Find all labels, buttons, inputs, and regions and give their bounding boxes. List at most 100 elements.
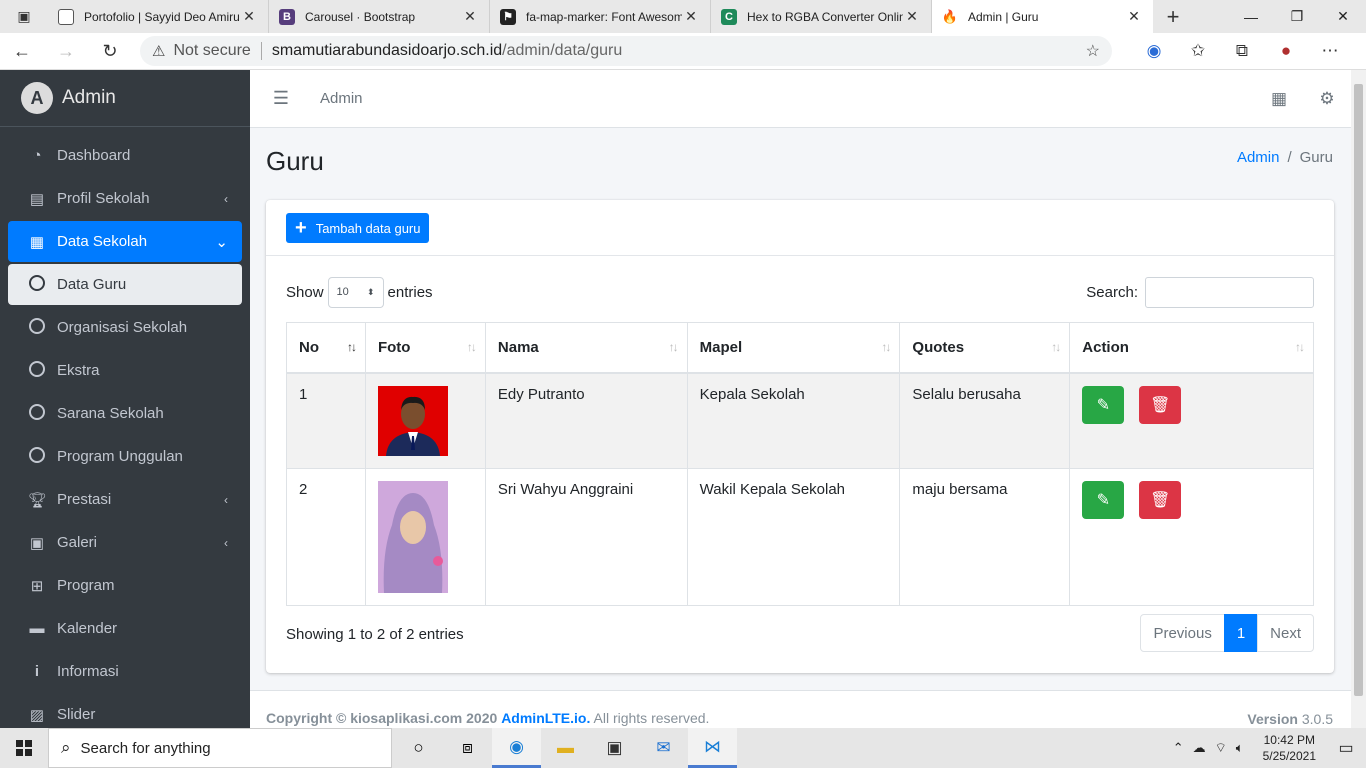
sidebar-item-kalender[interactable]: ▬ Kalender	[8, 608, 242, 649]
taskbar-search-input[interactable]: ⌕ Search for anything	[48, 728, 392, 768]
flag-icon: ⚑	[500, 8, 516, 25]
close-icon[interactable]: ✕	[682, 8, 700, 25]
scrollbar-thumb[interactable]	[1354, 84, 1363, 696]
datatable-controls: Show 10 ⬍ entries Search:	[286, 276, 1314, 308]
tab-actions-icon[interactable]: ▣	[0, 0, 48, 33]
delete-button[interactable]: 🗑︎	[1139, 480, 1182, 519]
close-icon[interactable]: ✕	[240, 8, 258, 25]
clock[interactable]: 10:42 PM 5/25/2021	[1263, 732, 1316, 764]
info-icon: i	[34, 663, 40, 680]
forward-icon[interactable]: →	[44, 33, 88, 70]
sidebar-item-prestasi[interactable]: 🏆︎ Prestasi ‹	[8, 479, 242, 520]
brand-link[interactable]: A Admin	[0, 70, 250, 127]
clock-time: 10:42 PM	[1263, 733, 1315, 747]
sidebar-item-galeri[interactable]: ▣ Galeri ‹	[8, 522, 242, 563]
breadcrumb-home-link[interactable]: Admin	[1237, 149, 1280, 166]
circle-icon	[28, 274, 46, 295]
more-icon[interactable]: ⋯	[1308, 41, 1352, 61]
tachometer-icon: ◔	[32, 147, 42, 164]
notification-icon[interactable]: ▭	[1326, 738, 1366, 758]
sidebar-item-ekstra[interactable]: Ekstra	[8, 350, 242, 391]
delete-button[interactable]: 🗑︎	[1139, 385, 1182, 424]
browser-tab[interactable]: ⚑ fa-map-marker: Font Awesom ✕	[490, 0, 711, 33]
sidebar-item-data-sekolah[interactable]: ▦ Data Sekolah ⌄	[8, 221, 242, 262]
cell-foto	[364, 372, 486, 469]
url-input[interactable]: ⚠ Not secure smamutiarabundasidoarjo.sch…	[140, 36, 1112, 66]
cortana-icon[interactable]: ○	[394, 728, 443, 768]
add-guru-button[interactable]: + Tambah data guru	[286, 213, 430, 243]
sidebar-item-informasi[interactable]: i Informasi	[8, 651, 242, 692]
footer-adminlte-link[interactable]: AdminLTE.io.	[501, 710, 590, 726]
browser-tab[interactable]: B Carousel · Bootstrap ✕	[269, 0, 490, 33]
collections-icon[interactable]: ⧉	[1220, 41, 1264, 61]
column-header-mapel[interactable]: Mapel ↑↓	[686, 322, 901, 374]
edit-button[interactable]: ✎	[1082, 385, 1125, 424]
warning-icon[interactable]: ⚠	[152, 42, 165, 60]
admin-logo-icon: A	[21, 82, 53, 114]
taskbar-search-placeholder: Search for anything	[80, 739, 211, 757]
extension-icon[interactable]: ◉	[1132, 41, 1176, 61]
task-view-icon[interactable]: ⧈	[443, 728, 492, 768]
column-header-nama[interactable]: Nama ↑↓	[484, 322, 688, 374]
id-card-icon: ▤	[29, 190, 45, 208]
sidebar-item-slider[interactable]: ▨ Slider	[8, 694, 242, 728]
browser-tab-active[interactable]: 🔥 Admin | Guru ✕	[932, 0, 1153, 33]
vscode-icon[interactable]: ⋈	[688, 728, 737, 768]
divider	[260, 42, 262, 60]
profile-avatar-icon[interactable]: ●	[1264, 41, 1308, 61]
sidebar-item-profil-sekolah[interactable]: ▤ Profil Sekolah ‹	[8, 178, 242, 219]
page-scrollbar[interactable]	[1351, 70, 1366, 728]
chevron-left-icon: ‹	[224, 492, 228, 507]
clock-date: 5/25/2021	[1262, 749, 1316, 763]
guru-photo	[377, 385, 448, 456]
tray-icons[interactable]: ⌃☁⌔🔈︎	[1173, 740, 1253, 756]
hamburger-menu-icon[interactable]: ☰	[250, 88, 312, 109]
restore-icon[interactable]: ❐	[1274, 0, 1320, 33]
grid-icon[interactable]: ▦	[1255, 89, 1303, 109]
column-header-action[interactable]: Action ↑↓	[1069, 322, 1314, 374]
window-controls: — ❐ ✕	[1228, 0, 1366, 33]
search-label: Search:	[1086, 283, 1138, 301]
back-icon[interactable]: ←	[0, 33, 44, 70]
new-tab-icon[interactable]: +	[1153, 0, 1193, 33]
search-input[interactable]	[1145, 276, 1314, 308]
close-icon[interactable]: ✕	[903, 8, 921, 25]
edit-button[interactable]: ✎	[1082, 480, 1125, 519]
minimize-icon[interactable]: —	[1228, 0, 1274, 33]
edge-browser-icon[interactable]: ◉	[492, 728, 541, 768]
store-icon[interactable]: ▣	[590, 728, 639, 768]
sidebar-item-program[interactable]: ⊞ Program	[8, 565, 242, 606]
browser-tab[interactable]: Portofolio | Sayyid Deo Amiru ✕	[48, 0, 269, 33]
close-window-icon[interactable]: ✕	[1320, 0, 1366, 33]
mail-icon[interactable]: ✉	[639, 728, 688, 768]
next-page-button[interactable]: Next	[1257, 614, 1314, 652]
file-explorer-icon[interactable]: ▬	[541, 728, 590, 768]
table-row: 2 Sri Wahyu Anggraini Wakil Kepala Sekol…	[286, 467, 1314, 606]
browser-tab[interactable]: C Hex to RGBA Converter Onlin ✕	[711, 0, 932, 33]
column-label: Nama	[497, 338, 539, 356]
page-1-button[interactable]: 1	[1223, 614, 1259, 652]
refresh-icon[interactable]: ↻	[88, 33, 132, 70]
column-header-quotes[interactable]: Quotes ↑↓	[899, 322, 1071, 374]
previous-page-button[interactable]: Previous	[1140, 614, 1225, 652]
close-icon[interactable]: ✕	[1125, 8, 1143, 25]
windows-start-icon[interactable]	[0, 728, 48, 768]
sidebar-item-program-unggulan[interactable]: Program Unggulan	[8, 436, 242, 477]
sidebar-item-data-guru[interactable]: Data Guru	[8, 264, 242, 305]
page-length-select[interactable]: 10 ⬍	[327, 276, 384, 308]
favorites-icon[interactable]: ✩	[1176, 41, 1220, 61]
column-header-no[interactable]: No ↑↓	[286, 322, 366, 374]
trash-icon: 🗑︎	[1150, 396, 1171, 414]
close-icon[interactable]: ✕	[461, 8, 479, 25]
sidebar-item-organisasi-sekolah[interactable]: Organisasi Sekolah	[8, 307, 242, 348]
column-label: Foto	[377, 338, 411, 356]
search-icon: ⌕	[61, 738, 71, 757]
navbar-admin-link[interactable]: Admin	[320, 90, 363, 107]
add-favorite-icon[interactable]: ☆	[1086, 41, 1100, 61]
sidebar-item-sarana-sekolah[interactable]: Sarana Sekolah	[8, 393, 242, 434]
c-icon: C	[721, 8, 737, 25]
sidebar-item-dashboard[interactable]: ◔ Dashboard	[8, 135, 242, 176]
column-header-foto[interactable]: Foto ↑↓	[364, 322, 486, 374]
sidebar-item-label: Prestasi	[57, 491, 112, 508]
gear-icon[interactable]: ⚙	[1303, 89, 1351, 109]
